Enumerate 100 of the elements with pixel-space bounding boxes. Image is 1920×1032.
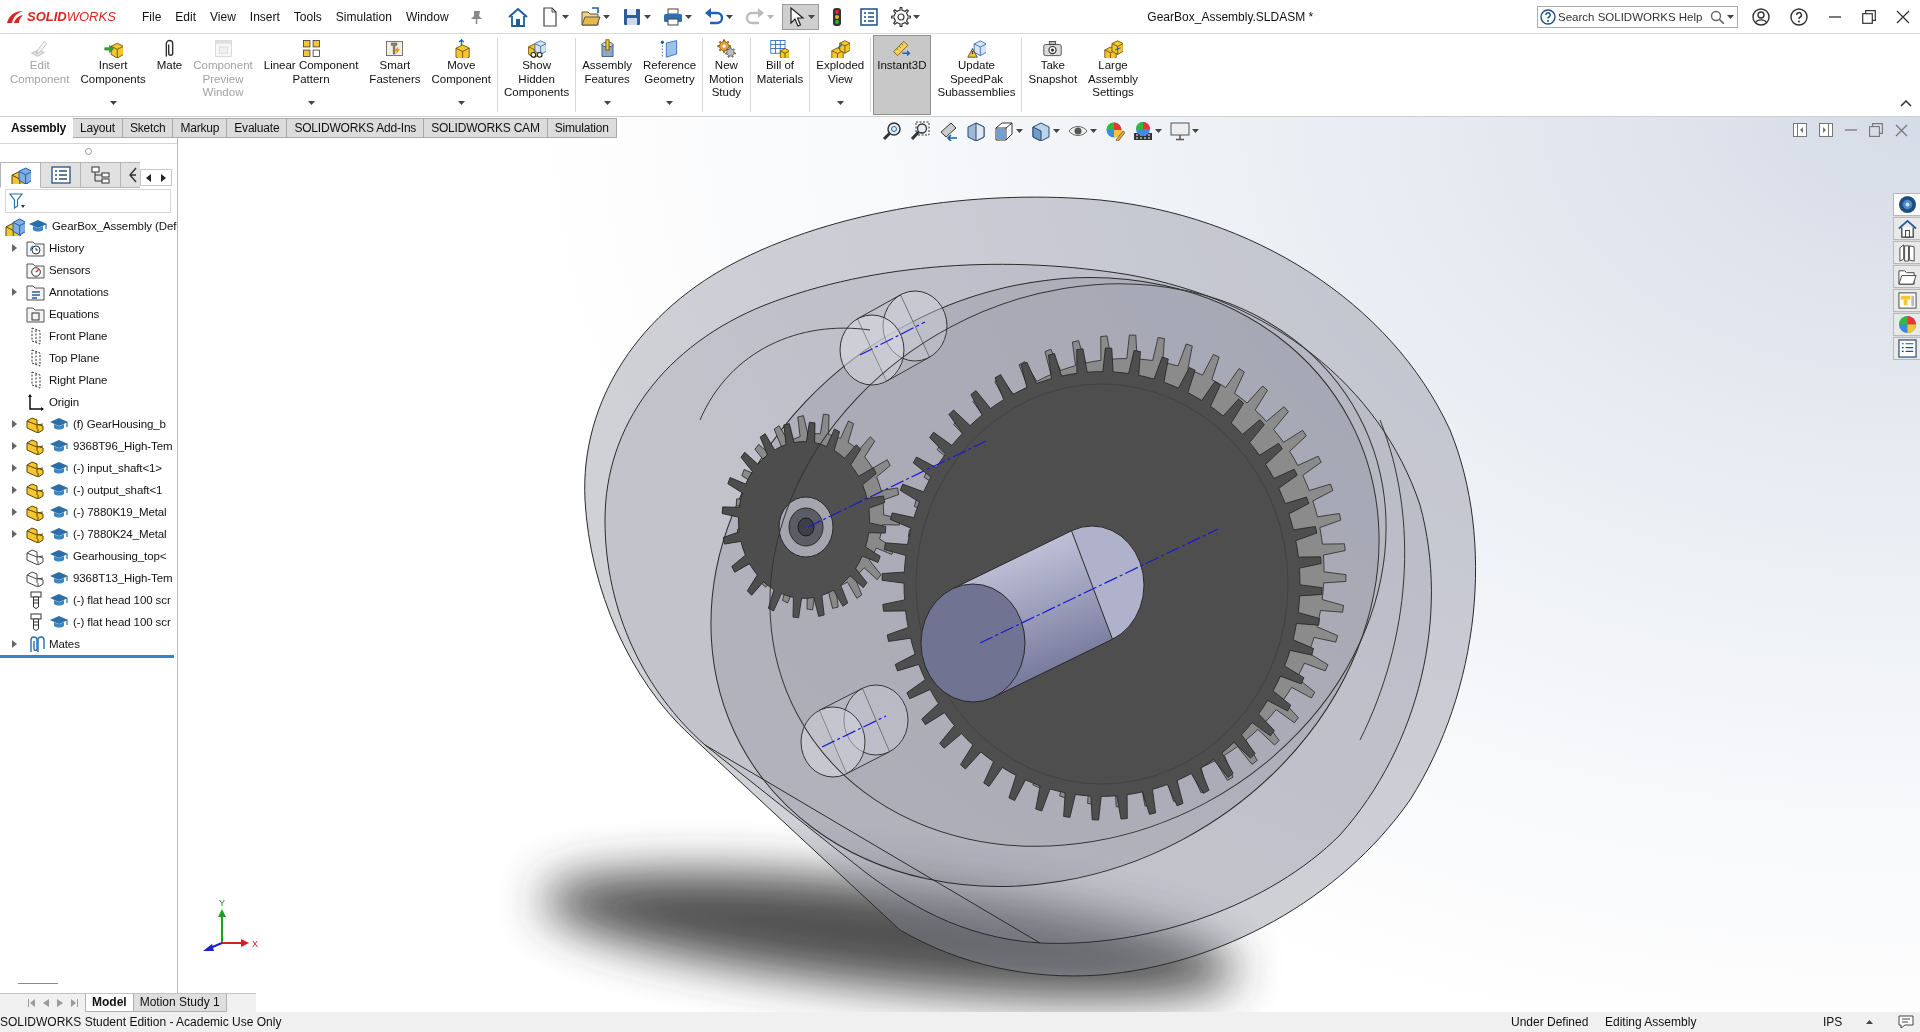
tile-right-icon[interactable] (1819, 123, 1833, 137)
caret-icon[interactable] (109, 101, 117, 105)
command-tab[interactable]: Simulation (547, 118, 617, 138)
caret-icon[interactable] (11, 530, 17, 538)
tree-item[interactable]: (-) flat head 100 scr (73, 594, 171, 606)
command-button[interactable]: Reference Geometry (639, 35, 701, 115)
command-button[interactable]: Exploded View (812, 35, 869, 115)
close-icon[interactable] (1896, 9, 1910, 24)
settings-icon[interactable] (890, 6, 911, 27)
caret-icon[interactable] (1016, 129, 1023, 133)
command-button[interactable]: Take Snapshot (1024, 35, 1082, 115)
caret-up-icon[interactable] (1866, 1020, 1873, 1024)
toolbar-button[interactable] (781, 3, 819, 30)
task-pane-tab[interactable] (1893, 193, 1920, 216)
menu-item[interactable]: Edit (168, 6, 204, 27)
command-button[interactable]: Update SpeedPak Subassemblies (933, 35, 1020, 115)
caret-icon[interactable] (603, 101, 611, 105)
tree-item[interactable]: Sensors (49, 264, 91, 276)
tree-item[interactable]: (-) 7880K24_Metal (73, 528, 167, 540)
caret-icon[interactable] (11, 442, 17, 450)
printer-icon[interactable] (662, 6, 683, 27)
right-arrow-icon[interactable] (161, 173, 166, 182)
caret-icon[interactable] (11, 486, 17, 494)
panel-tab[interactable] (121, 162, 140, 188)
task-pane-tab[interactable] (1893, 265, 1920, 288)
color-ball-film-icon[interactable] (1133, 121, 1153, 141)
caret-icon[interactable] (11, 288, 17, 296)
chevron-up-icon[interactable] (1900, 100, 1912, 107)
tree-item[interactable]: (-) flat head 100 scr (73, 616, 171, 628)
slanted-bar-arrow-icon[interactable] (938, 121, 958, 141)
caret-icon[interactable] (457, 101, 465, 105)
document-tab[interactable]: Model (85, 994, 134, 1012)
filter-field[interactable] (5, 189, 171, 213)
command-button[interactable]: Mate (152, 35, 187, 115)
caret-icon[interactable] (1090, 129, 1097, 133)
sectioned-cube-icon[interactable] (966, 121, 986, 141)
magnifier-icon[interactable] (882, 121, 902, 141)
command-button[interactable]: New Motion Study (705, 35, 748, 115)
caret-icon[interactable] (11, 464, 17, 472)
list-icon[interactable] (858, 6, 879, 27)
folder-icon[interactable] (580, 6, 601, 27)
menu-item[interactable]: Insert (242, 6, 287, 27)
caret-icon[interactable] (307, 101, 315, 105)
command-tab[interactable]: Evaluate (227, 118, 288, 138)
command-button[interactable]: Insert Components (76, 35, 150, 115)
tree-item[interactable]: (-) input_shaft<1> (73, 462, 162, 474)
help-icon[interactable] (1790, 7, 1808, 26)
command-tab[interactable]: SOLIDWORKS CAM (424, 118, 548, 138)
caret-icon[interactable] (1727, 14, 1734, 19)
caret-icon[interactable] (1155, 129, 1162, 133)
menu-item[interactable]: File (135, 6, 169, 27)
menu-item[interactable]: View (203, 6, 243, 27)
caret-icon[interactable] (11, 244, 17, 252)
tree-item[interactable]: 9368T13_High-Tem (73, 572, 173, 584)
tree-item[interactable]: (-) output_shaft<1 (73, 484, 163, 496)
command-button[interactable]: Move Component (427, 35, 495, 115)
grip-icon[interactable] (85, 148, 92, 155)
command-button[interactable]: Bill of Materials (752, 35, 808, 115)
tree-item[interactable]: (f) GearHousing_b (73, 418, 166, 430)
panel-tab[interactable] (0, 162, 41, 188)
caret-icon[interactable] (1053, 129, 1060, 133)
caret-icon[interactable] (602, 14, 610, 19)
caret-icon[interactable] (1192, 129, 1199, 133)
caret-icon[interactable] (912, 14, 920, 19)
menu-item[interactable]: Tools (286, 6, 329, 27)
left-arrow-icon[interactable] (146, 173, 151, 182)
shaded-cube-icon[interactable] (1031, 121, 1051, 141)
search-field[interactable]: Search SOLIDWORKS Help (1537, 5, 1738, 28)
tree-item[interactable]: Origin (49, 396, 80, 408)
command-button[interactable]: Show Hidden Components (499, 35, 574, 115)
tree-item[interactable]: (-) 7880K19_Metal (73, 506, 167, 518)
command-tab[interactable]: Layout (73, 118, 123, 138)
menu-item[interactable]: Window (398, 6, 456, 27)
tree-item[interactable]: Right Plane (49, 374, 108, 386)
panel-tab[interactable] (81, 162, 121, 188)
caret-icon[interactable] (561, 14, 569, 19)
tree-item[interactable]: History (49, 242, 85, 254)
command-button[interactable]: Large Assembly Settings (1084, 35, 1142, 115)
command-tab[interactable]: SOLIDWORKS Add-Ins (287, 118, 425, 138)
task-pane-tab[interactable] (1893, 217, 1920, 240)
caret-icon[interactable] (684, 14, 692, 19)
caret-icon[interactable] (643, 14, 651, 19)
command-button[interactable]: Linear Component Pattern (259, 35, 363, 115)
tree-item[interactable]: Equations (49, 308, 100, 320)
tree-item[interactable]: Top Plane (49, 352, 100, 364)
tree-item[interactable]: 9368T96_High-Tem (73, 440, 173, 452)
caret-icon[interactable] (11, 420, 17, 428)
undo-icon[interactable] (703, 6, 724, 27)
tree-item[interactable]: Gearhousing_top< (73, 550, 167, 562)
color-ball-pencil-icon[interactable] (1105, 121, 1125, 141)
panel-tab[interactable] (41, 162, 81, 188)
tree-item[interactable]: Annotations (49, 286, 109, 298)
caret-icon[interactable] (725, 14, 733, 19)
caret-icon[interactable] (807, 14, 815, 19)
task-pane-tab[interactable] (1893, 337, 1920, 360)
tile-left-icon[interactable] (1793, 123, 1807, 137)
command-tab[interactable]: Markup (173, 118, 228, 138)
monitor-icon[interactable] (1170, 121, 1190, 141)
command-tab[interactable]: Sketch (122, 118, 174, 138)
caret-icon[interactable] (836, 101, 844, 105)
